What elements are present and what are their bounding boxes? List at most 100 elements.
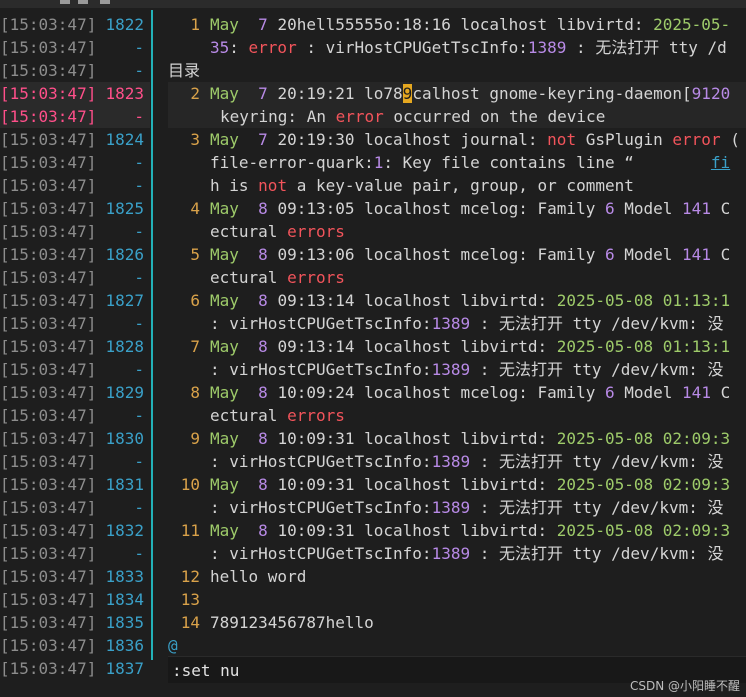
gutter-line-number: 1830 [105,429,144,448]
gutter-line-number: 1831 [105,475,144,494]
gutter-timestamp: [15:03:47] [0,130,97,149]
gutter-row: [15:03:47] 1833 [0,565,150,588]
editor-line-wrap: : virHostCPUGetTscInfo:1389 : 无法打开 tty /… [210,498,724,517]
gutter-line-number: 1837 [105,659,144,678]
editor-line: 4 May 8 09:13:05 localhost mcelog: Family… [190,199,731,218]
gutter-timestamp: [15:03:47] [0,291,97,310]
watermark: CSDN @小阳睡不醒 [629,679,740,693]
gutter-row: [15:03:47] 1832 [0,519,150,542]
gutter-line-number: 1834 [105,590,144,609]
gutter-row: [15:03:47] - [0,174,150,197]
gutter-row: [15:03:47] - [0,36,150,59]
gutter-row: [15:03:47] 1837 [0,657,150,680]
editor-line-wrap: keyring: An error occurred on the device [168,105,746,128]
gutter-timestamp: [15:03:47] [0,337,97,356]
gutter-row: [15:03:47] 1822 [0,13,150,36]
gutter-timestamp: [15:03:47] [0,15,97,34]
gutter-timestamp: [15:03:47] [0,452,97,471]
gutter-line-number: 1828 [105,337,144,356]
gutter-line-number: - [134,498,144,517]
gutter-line-number: 1836 [105,636,144,655]
gutter-line-number: - [134,268,144,287]
gutter-line-number: - [134,406,144,425]
editor-line: 1 May 7 20hell55555o:18:16 localhost libv… [190,15,731,34]
gutter-row: [15:03:47] 1823 [0,82,150,105]
gutter-row: [15:03:47] - [0,450,150,473]
editor-line-current: 2 May 7 20:19:21 lo789calhost gnome-keyri… [168,82,746,105]
editor-line: 12 hello word [180,567,307,586]
editor-line: 10 May 8 10:09:31 localhost libvirtd: 202… [180,475,731,494]
command-text: :set nu [172,661,240,680]
gutter-timestamp: [15:03:47] [0,406,97,425]
editor-line-wrap: : virHostCPUGetTscInfo:1389 : 无法打开 tty /… [210,452,724,471]
gutter-line-number: - [134,360,144,379]
gutter-timestamp: [15:03:47] [0,84,97,103]
tab-icon[interactable] [78,0,88,4]
gutter-line-number: 1825 [105,199,144,218]
gutter-timestamp: [15:03:47] [0,475,97,494]
gutter-line-number: 1835 [105,613,144,632]
editor-line: 6 May 8 09:13:14 localhost libvirtd: 2025… [190,291,731,310]
gutter-line-number: 1822 [105,15,144,34]
editor-line: 13 [180,590,200,609]
gutter-row: [15:03:47] - [0,220,150,243]
gutter-timestamp: [15:03:47] [0,314,97,333]
editor-line-wrap: file-error-quark:1: Key file contains li… [210,153,731,172]
gutter-row: [15:03:47] 1834 [0,588,150,611]
gutter-line-number: - [134,222,144,241]
editor-line-wrap: ectural errors [210,406,345,425]
gutter-row: [15:03:47] 1830 [0,427,150,450]
editor-line: 8 May 8 10:09:24 localhost mcelog: Family… [190,383,731,402]
gutter-timestamp: [15:03:47] [0,222,97,241]
editor-line-wrap: ectural errors [210,222,345,241]
gutter-line-number: 1832 [105,521,144,540]
gutter-row: [15:03:47] - [0,151,150,174]
gutter-row: [15:03:47] 1835 [0,611,150,634]
editor-line-wrap: ectural errors [210,268,345,287]
gutter-timestamp: [15:03:47] [0,107,97,126]
tab-icon[interactable] [100,0,110,4]
gutter-row: [15:03:47] - [0,59,150,82]
editor-line: 3 May 7 20:19:30 localhost journal: not G… [190,130,740,149]
editor-line: 9 May 8 10:09:31 localhost libvirtd: 2025… [190,429,731,448]
gutter-timestamp: [15:03:47] [0,521,97,540]
gutter-timestamp: [15:03:47] [0,659,97,678]
gutter-line-number: - [134,452,144,471]
gutter-row: [15:03:47] - [0,496,150,519]
gutter-row: [15:03:47] - [0,266,150,289]
gutter-line-number: 1829 [105,383,144,402]
gutter-line-number: - [134,61,144,80]
gutter-row: [15:03:47] - [0,358,150,381]
gutter-timestamp: [15:03:47] [0,498,97,517]
gutter-row: [15:03:47] 1829 [0,381,150,404]
gutter-row: [15:03:47] - [0,542,150,565]
editor-buffer[interactable]: 1 May 7 20hell55555o:18:16 localhost libv… [168,13,746,657]
editor-line: 14 789123456787hello [180,613,374,632]
gutter-timestamp: [15:03:47] [0,383,97,402]
tab-icon[interactable] [60,0,70,4]
gutter-timestamp: [15:03:47] [0,38,97,57]
gutter-row: [15:03:47] 1826 [0,243,150,266]
gutter-row: [15:03:47] 1825 [0,197,150,220]
gutter-row: [15:03:47] - [0,105,150,128]
gutter-timestamp: [15:03:47] [0,613,97,632]
gutter-line-number: - [134,544,144,563]
editor-line-wrap: : virHostCPUGetTscInfo:1389 : 无法打开 tty /… [210,314,724,333]
gutter-line-number: - [134,314,144,333]
gutter-line-number: - [134,107,144,126]
gutter-line-number: 1823 [105,84,144,103]
gutter-row: [15:03:47] - [0,404,150,427]
end-of-buffer-marker: @ [168,636,178,655]
gutter-line-number: - [134,153,144,172]
gutter-timestamp: [15:03:47] [0,544,97,563]
editor-line: 11 May 8 10:09:31 localhost libvirtd: 202… [180,521,731,540]
gutter-row: [15:03:47] 1827 [0,289,150,312]
gutter-separator [151,10,153,660]
gutter-timestamp: [15:03:47] [0,590,97,609]
editor-line-wrap: : virHostCPUGetTscInfo:1389 : 无法打开 tty /… [210,360,724,379]
gutter-line-number: 1833 [105,567,144,586]
gutter-timestamp: [15:03:47] [0,429,97,448]
gutter-timestamp: [15:03:47] [0,245,97,264]
gutter-timestamp: [15:03:47] [0,61,97,80]
gutter-line-number: 1824 [105,130,144,149]
